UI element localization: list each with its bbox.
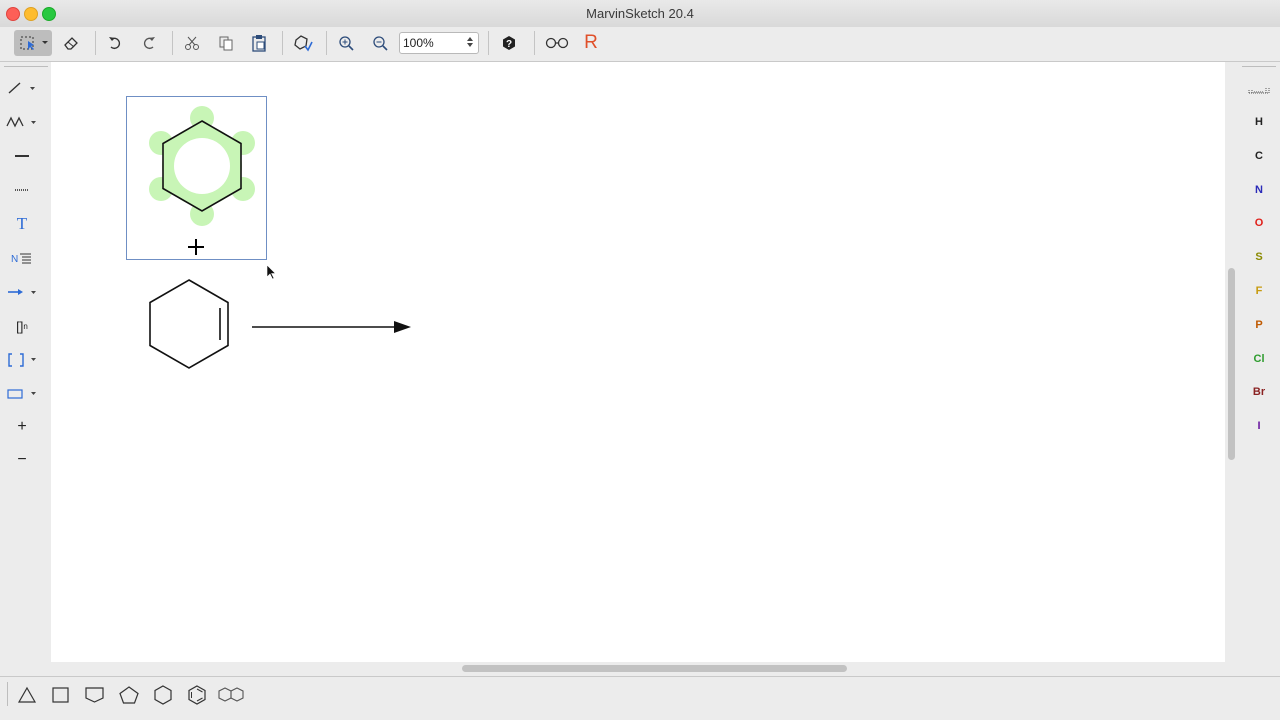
naphthalene-template[interactable] bbox=[217, 682, 245, 708]
bracket-label: [] bbox=[16, 318, 24, 334]
bottom-toolbar-grip bbox=[7, 682, 8, 706]
undo-icon bbox=[109, 37, 121, 50]
help-icon: ? bbox=[503, 36, 515, 50]
mouse-cursor-icon bbox=[266, 264, 277, 280]
benzene-icon bbox=[188, 685, 206, 705]
cyclopentane-template[interactable] bbox=[115, 682, 143, 708]
updown-arrows-icon bbox=[466, 35, 474, 52]
zoom-in-button[interactable] bbox=[335, 30, 357, 56]
clipboard-icon bbox=[252, 35, 266, 52]
svg-text:?: ? bbox=[506, 39, 512, 50]
reaction-plus bbox=[188, 239, 204, 255]
glasses-icon bbox=[545, 37, 569, 49]
arrow-right-icon bbox=[8, 289, 36, 295]
element-button-s[interactable]: S bbox=[1242, 246, 1276, 268]
help-button[interactable]: ? bbox=[498, 30, 520, 56]
copy-icon bbox=[219, 36, 233, 51]
left-toolbar-grip bbox=[4, 66, 48, 67]
text-tool[interactable]: T bbox=[0, 211, 44, 237]
eraser-icon bbox=[64, 37, 78, 50]
clean-structure-button[interactable] bbox=[291, 30, 315, 56]
element-button-i[interactable]: I bbox=[1242, 415, 1276, 437]
erase-button[interactable] bbox=[60, 30, 82, 56]
chain-tool[interactable] bbox=[0, 109, 44, 135]
pentagon-icon bbox=[119, 686, 139, 704]
increase-charge-tool[interactable]: + bbox=[0, 414, 44, 440]
single-bond-icon bbox=[8, 82, 35, 94]
right-toolbar-grip bbox=[1242, 66, 1276, 67]
cyclobutane-template[interactable] bbox=[47, 682, 75, 708]
cyclohexane-template[interactable] bbox=[149, 682, 177, 708]
element-button-p[interactable]: P bbox=[1242, 314, 1276, 336]
zoom-in-icon bbox=[339, 36, 354, 51]
benzene-template[interactable] bbox=[183, 682, 211, 708]
selection-arrow-icon bbox=[20, 36, 48, 50]
periodic-table-icon bbox=[1248, 88, 1270, 94]
paste-button[interactable] bbox=[248, 30, 270, 56]
bracket-tool[interactable] bbox=[0, 347, 44, 373]
rectangle-icon bbox=[7, 389, 36, 399]
reaction-arrow-tool[interactable] bbox=[0, 279, 44, 305]
bracket-icon bbox=[8, 353, 36, 367]
title-bar: MarvinSketch 20.4 bbox=[0, 0, 1280, 28]
3d-view-button[interactable] bbox=[544, 30, 570, 56]
canvas-drawing bbox=[126, 96, 411, 369]
zoom-out-button[interactable] bbox=[369, 30, 391, 56]
element-button-h[interactable]: H bbox=[1242, 111, 1276, 133]
decrease-charge-tool[interactable]: − bbox=[0, 447, 44, 473]
copy-button[interactable] bbox=[215, 30, 237, 56]
dashed-bond-tool[interactable] bbox=[0, 177, 44, 203]
atom-list-icon: N bbox=[11, 253, 31, 265]
element-button-br[interactable]: Br bbox=[1242, 381, 1276, 403]
vertical-scrollbar[interactable] bbox=[1228, 268, 1235, 460]
redo-icon bbox=[143, 37, 155, 50]
bracket-subscript: n bbox=[23, 321, 28, 331]
r-group-button[interactable]: R bbox=[580, 30, 602, 56]
naphthalene-icon bbox=[218, 687, 244, 702]
cyclobutene-template[interactable] bbox=[81, 682, 109, 708]
hexagon-icon bbox=[154, 685, 172, 705]
bond-line-icon bbox=[15, 155, 29, 157]
clean-icon bbox=[294, 35, 313, 52]
triangle-icon bbox=[17, 686, 37, 703]
zoom-level-select[interactable]: 100% bbox=[399, 32, 479, 54]
highlight-hole bbox=[174, 138, 230, 194]
zoom-out-icon bbox=[373, 36, 388, 51]
atom-list-tool[interactable]: N bbox=[0, 245, 44, 271]
rectangle-tool[interactable] bbox=[0, 381, 44, 407]
element-button-f[interactable]: F bbox=[1242, 280, 1276, 302]
undo-button[interactable] bbox=[104, 30, 126, 56]
select-tool-button[interactable] bbox=[14, 30, 52, 56]
element-button-c[interactable]: C bbox=[1242, 145, 1276, 167]
drawing-canvas[interactable] bbox=[51, 62, 1225, 662]
bottom-divider bbox=[0, 676, 1280, 677]
reaction-arrow-head bbox=[394, 321, 411, 333]
cyclopropane-template[interactable] bbox=[13, 682, 41, 708]
main-toolbar: ? R bbox=[0, 27, 1280, 60]
svg-text:N: N bbox=[11, 254, 18, 265]
periodic-table-button[interactable] bbox=[1242, 78, 1276, 100]
double-bond-tool[interactable] bbox=[0, 143, 44, 169]
cut-button[interactable] bbox=[181, 30, 203, 56]
horizontal-scrollbar[interactable] bbox=[462, 665, 847, 672]
cyclohexene-ring bbox=[149, 279, 229, 369]
single-bond-tool[interactable] bbox=[0, 75, 44, 101]
dashed-bond-icon bbox=[15, 189, 29, 191]
element-button-o[interactable]: O bbox=[1242, 212, 1276, 234]
square-icon bbox=[52, 687, 69, 703]
window-title: MarvinSketch 20.4 bbox=[586, 6, 694, 21]
house-shape-icon bbox=[85, 687, 104, 703]
zoom-level-value: 100% bbox=[403, 36, 434, 50]
redo-button[interactable] bbox=[138, 30, 160, 56]
scissors-icon bbox=[185, 36, 199, 50]
chain-icon bbox=[6, 116, 36, 128]
element-button-cl[interactable]: Cl bbox=[1242, 348, 1276, 370]
repeating-unit-tool[interactable]: [] n bbox=[0, 313, 44, 339]
element-button-n[interactable]: N bbox=[1242, 179, 1276, 201]
